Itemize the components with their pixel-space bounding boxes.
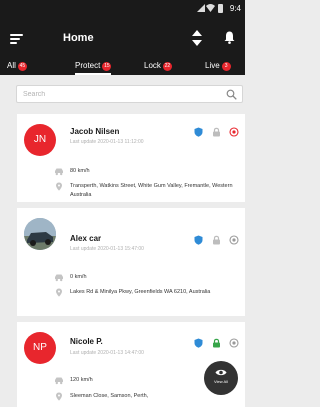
eye-icon [215, 369, 227, 376]
address: Lakes Rd & Minilya Pkwy, Greenfields WA … [70, 289, 211, 295]
status-icons [190, 124, 239, 137]
speed-value: 0 km/h [70, 274, 87, 280]
battery-icon [218, 4, 223, 13]
shield-icon[interactable] [194, 335, 203, 348]
search-bar [16, 85, 243, 103]
car-icon [55, 274, 63, 282]
tab-label: Protect [75, 61, 101, 70]
vehicle-name: Nicole P. [70, 337, 103, 346]
count-badge: 3 [221, 62, 231, 71]
view-all-label: View All [214, 379, 228, 384]
sort-icon[interactable] [192, 30, 202, 46]
status-bar: 9:4 [0, 0, 245, 17]
power-icon[interactable] [229, 124, 239, 137]
last-update: Last update 2020-01-13 14:47:00 [70, 350, 144, 356]
wifi-icon [206, 4, 215, 12]
avatar [24, 218, 56, 250]
status-icons [190, 232, 239, 245]
view-all-button[interactable]: View All [204, 361, 238, 395]
tab-label: Live [205, 61, 220, 70]
address: Sleeman Close, Samson, Perth, [70, 393, 149, 399]
vehicle-photo [24, 218, 56, 250]
tab-all[interactable]: All 45 [7, 61, 27, 75]
lock-icon[interactable] [212, 232, 221, 245]
status-time: 9:4 [229, 4, 241, 13]
address: Transperth, Watkins Street, White Gum Va… [70, 183, 233, 198]
location-pin-icon [56, 288, 62, 297]
tab-label: All [7, 61, 16, 70]
location-pin-icon [56, 182, 62, 191]
shield-icon[interactable] [194, 124, 203, 137]
vehicle-card[interactable]: Alex car Last update 2020-01-13 15:47:00… [17, 208, 245, 316]
avatar: NP [24, 332, 56, 364]
location-pin-icon [56, 392, 62, 401]
avatar: JN [24, 124, 56, 156]
shield-icon[interactable] [194, 232, 203, 245]
tab-protect[interactable]: Protect 15 [75, 61, 112, 75]
count-badge: 15 [102, 62, 112, 71]
status-icons [190, 335, 239, 348]
car-icon [55, 168, 63, 176]
app-header: Home All 45 Protect 15 Lock 22 Live 3 [0, 17, 245, 75]
power-icon[interactable] [229, 335, 239, 348]
last-update: Last update 2020-01-13 15:47:00 [70, 246, 144, 252]
search-icon[interactable] [226, 89, 237, 100]
filter-tabs: All 45 Protect 15 Lock 22 Live 3 [0, 61, 245, 75]
signal-icon [197, 4, 205, 12]
tab-live[interactable]: Live 3 [205, 61, 231, 75]
vehicle-name: Jacob Nilsen [70, 127, 120, 136]
search-input[interactable] [23, 88, 213, 101]
power-icon[interactable] [229, 232, 239, 245]
bell-icon[interactable] [224, 31, 235, 44]
speed-value: 80 km/h [70, 168, 90, 174]
count-badge: 45 [17, 62, 27, 71]
vehicle-name: Alex car [70, 234, 102, 243]
lock-icon[interactable] [212, 335, 221, 348]
car-icon [55, 377, 63, 385]
page-title: Home [63, 32, 94, 44]
tab-label: Lock [144, 61, 161, 70]
vehicle-card[interactable]: JN Jacob Nilsen Last update 2020-01-13 1… [17, 114, 245, 202]
last-update: Last update 2020-01-13 11:12:00 [70, 139, 144, 145]
menu-icon[interactable] [10, 34, 23, 44]
count-badge: 22 [162, 62, 172, 71]
lock-icon[interactable] [212, 124, 221, 137]
tab-lock[interactable]: Lock 22 [144, 61, 172, 75]
